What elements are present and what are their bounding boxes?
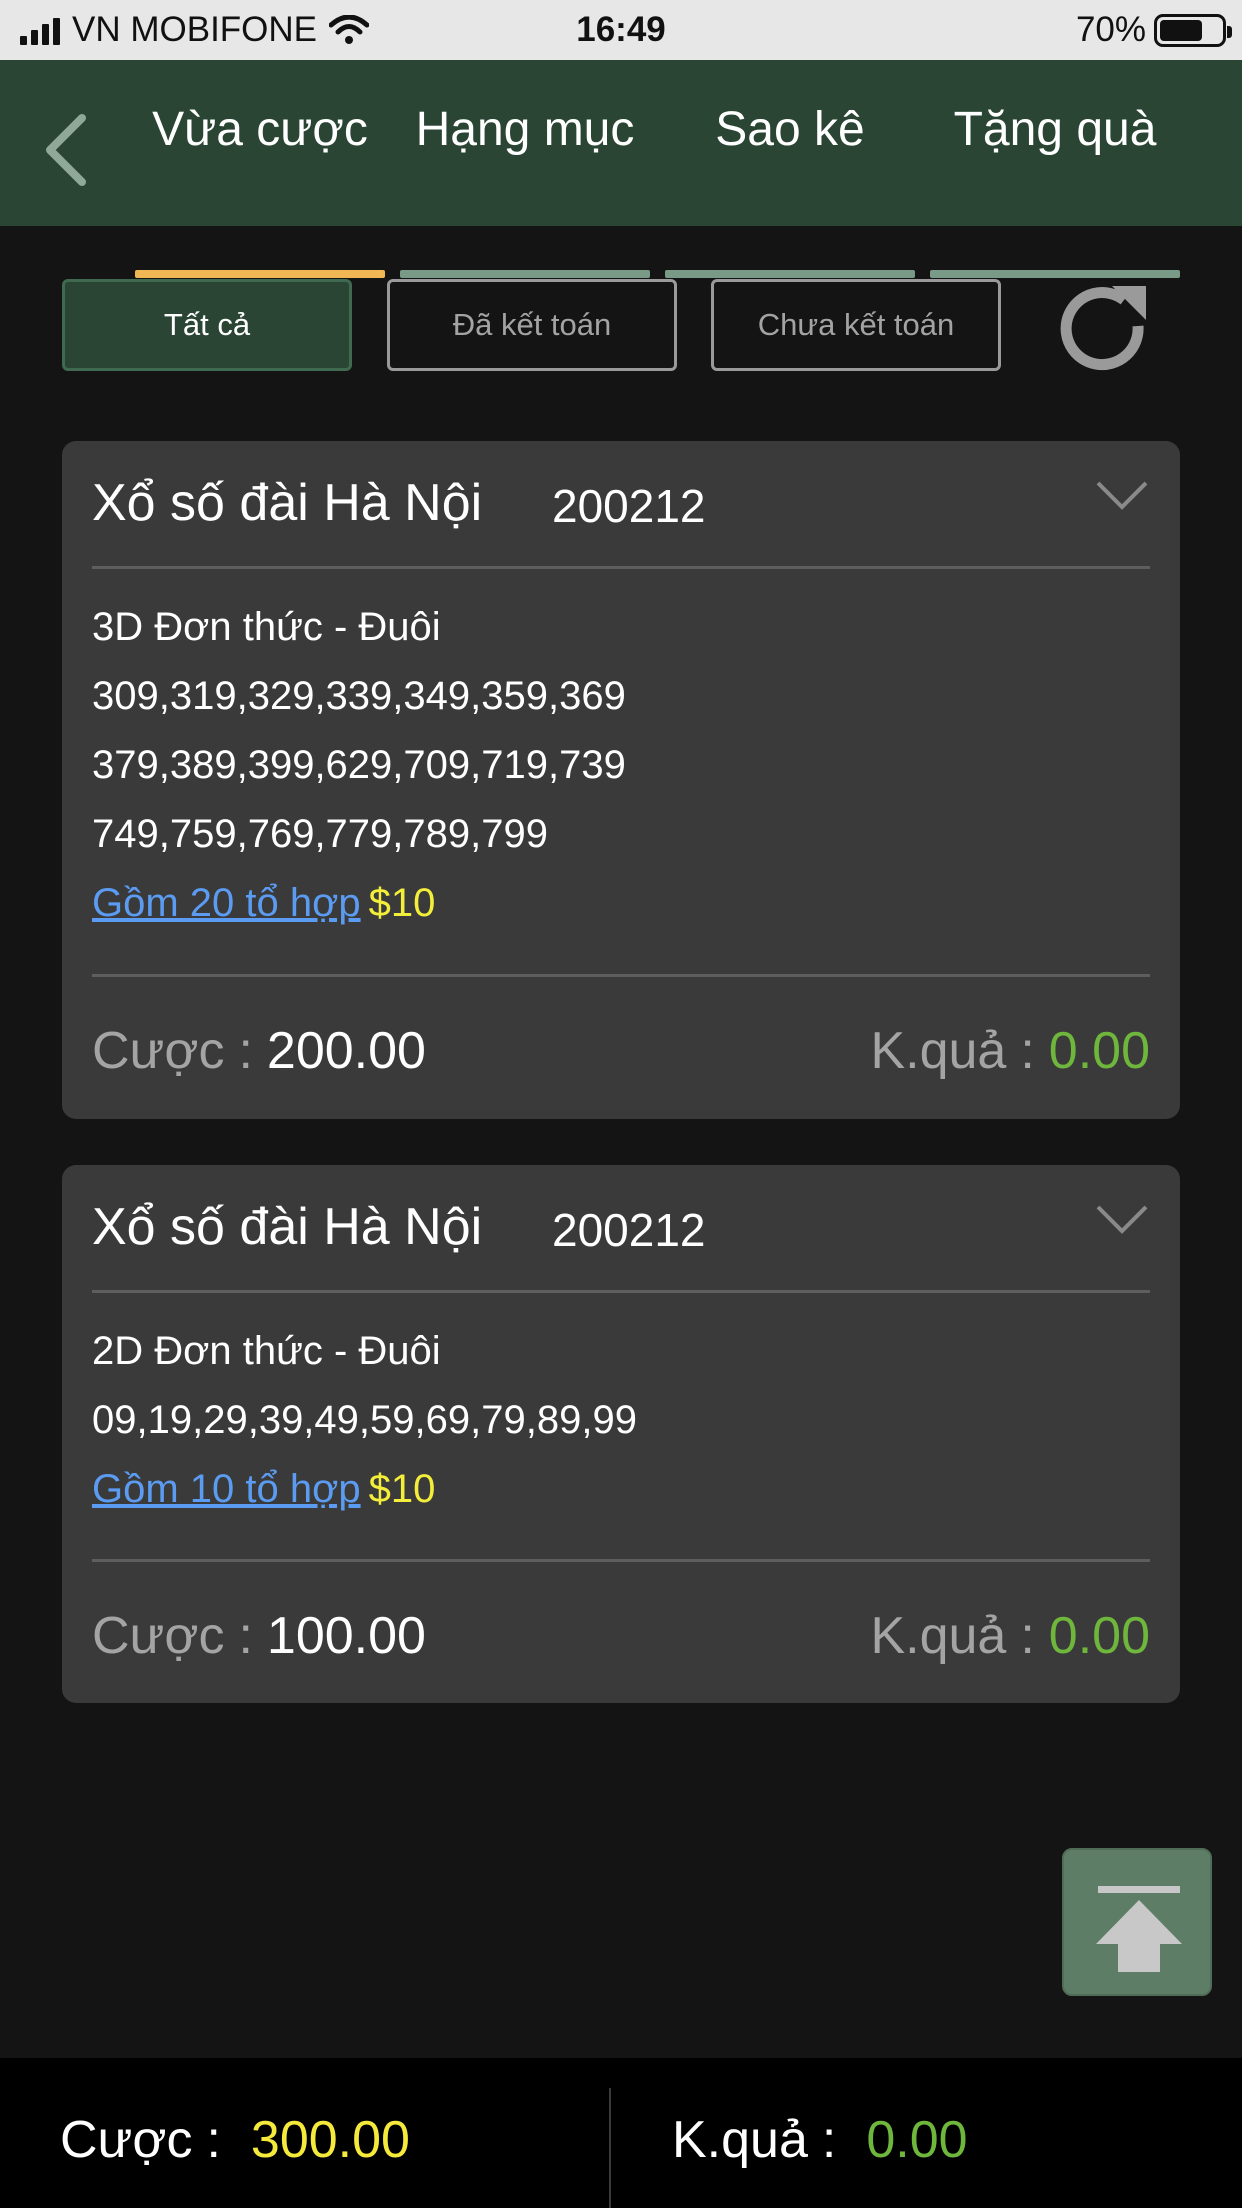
filter-unsettled-button[interactable]: Chưa kết toán	[711, 279, 1001, 371]
bet-card-body: 3D Đơn thức - Đuôi 309,319,329,339,349,3…	[92, 593, 1150, 938]
bet-card: Xổ số đài Hà Nội 200212 3D Đơn thức - Đu…	[62, 441, 1180, 1119]
scroll-to-top-button[interactable]	[1062, 1848, 1212, 1996]
refresh-icon[interactable]	[1054, 280, 1154, 380]
lottery-name: Xổ số đài Hà Nội	[92, 474, 483, 532]
lottery-name: Xổ số đài Hà Nội	[92, 1198, 483, 1256]
total-stake-value: 300.00	[250, 2111, 410, 2169]
tab-indicator	[400, 270, 650, 278]
stake-row: Cược:200.00	[92, 1022, 426, 1080]
arrow-up-to-top-icon	[1096, 1886, 1182, 1972]
result-value: 0.00	[1048, 1607, 1150, 1665]
tab-indicator	[930, 270, 1180, 278]
bet-type: 2D Đơn thức - Đuôi	[92, 1329, 441, 1373]
bet-numbers-line: 309,319,329,339,349,359,369	[92, 674, 626, 718]
filter-all-button[interactable]: Tất cả	[62, 279, 352, 371]
bet-card: Xổ số đài Hà Nội 200212 2D Đơn thức - Đu…	[62, 1165, 1180, 1703]
result-label: K.quả	[870, 1022, 1007, 1080]
back-chevron-icon[interactable]	[36, 100, 96, 200]
draw-period: 200212	[552, 1204, 706, 1256]
result-value: 0.00	[1048, 1022, 1150, 1080]
stake-label: Cược	[92, 1607, 225, 1665]
stake-value: 100.00	[266, 1607, 426, 1665]
bet-card-footer: Cược:200.00 K.quả:0.00	[92, 974, 1150, 1118]
combo-row: Gồm 20 tổ hợp $10	[92, 869, 1150, 938]
result-label: K.quả	[870, 1607, 1007, 1665]
chevron-down-icon[interactable]	[1094, 1199, 1150, 1239]
tab-label: Tặng quà	[953, 103, 1157, 156]
draw-period: 200212	[552, 480, 706, 532]
summary-bar: Cược:300.00 K.quả:0.00	[0, 2058, 1242, 2208]
tab-statement[interactable]: Sao kê	[665, 100, 915, 278]
summary-divider	[609, 2088, 611, 2208]
bet-type: 3D Đơn thức - Đuôi	[92, 605, 441, 649]
result-row: K.quả:0.00	[870, 1607, 1150, 1665]
combo-link[interactable]: Gồm 10 tổ hợp	[92, 1467, 361, 1511]
total-result-label: K.quả	[672, 2111, 808, 2169]
total-result-value: 0.00	[866, 2111, 968, 2169]
status-right: 70%	[1075, 0, 1232, 60]
battery-percent: 70%	[1075, 10, 1146, 49]
unit-price: $10	[368, 881, 436, 925]
combo-link[interactable]: Gồm 20 tổ hợp	[92, 881, 361, 925]
tab-categories[interactable]: Hạng mục	[400, 100, 650, 278]
bet-card-footer: Cược:100.00 K.quả:0.00	[92, 1559, 1150, 1703]
bet-numbers-line: 749,759,769,779,789,799	[92, 812, 548, 856]
stake-value: 200.00	[266, 1022, 426, 1080]
unit-price: $10	[368, 1467, 436, 1511]
total-stake: Cược:300.00	[60, 2111, 410, 2169]
combo-row: Gồm 10 tổ hợp $10	[92, 1455, 1150, 1524]
chevron-down-icon[interactable]	[1094, 475, 1150, 515]
bet-card-body: 2D Đơn thức - Đuôi 09,19,29,39,49,59,69,…	[92, 1317, 1150, 1524]
bet-card-header[interactable]: Xổ số đài Hà Nội 200212	[92, 1165, 1150, 1293]
bet-card-header[interactable]: Xổ số đài Hà Nội 200212	[92, 441, 1150, 569]
tab-gifts[interactable]: Tặng quà	[930, 100, 1180, 278]
status-bar: VN MOBIFONE 16:49 70%	[0, 0, 1242, 60]
bet-numbers-line: 379,389,399,629,709,719,739	[92, 743, 626, 787]
filter-settled-button[interactable]: Đã kết toán	[387, 279, 677, 371]
tab-label: Vừa cược	[152, 103, 368, 156]
tab-label: Hạng mục	[415, 103, 635, 156]
stake-label: Cược	[92, 1022, 225, 1080]
header: Vừa cược Hạng mục Sao kê Tặng quà	[0, 60, 1242, 278]
tab-label: Sao kê	[715, 103, 865, 156]
result-row: K.quả:0.00	[870, 1022, 1150, 1080]
tab-indicator	[135, 270, 385, 278]
bet-numbers-line: 09,19,29,39,49,59,69,79,89,99	[92, 1398, 637, 1442]
status-time: 16:49	[576, 10, 666, 49]
total-stake-label: Cược	[60, 2111, 193, 2169]
stake-row: Cược:100.00	[92, 1607, 426, 1665]
battery-icon	[1154, 13, 1232, 47]
tab-recent-bets[interactable]: Vừa cược	[135, 100, 385, 278]
tab-indicator	[665, 270, 915, 278]
total-result: K.quả:0.00	[672, 2111, 968, 2169]
